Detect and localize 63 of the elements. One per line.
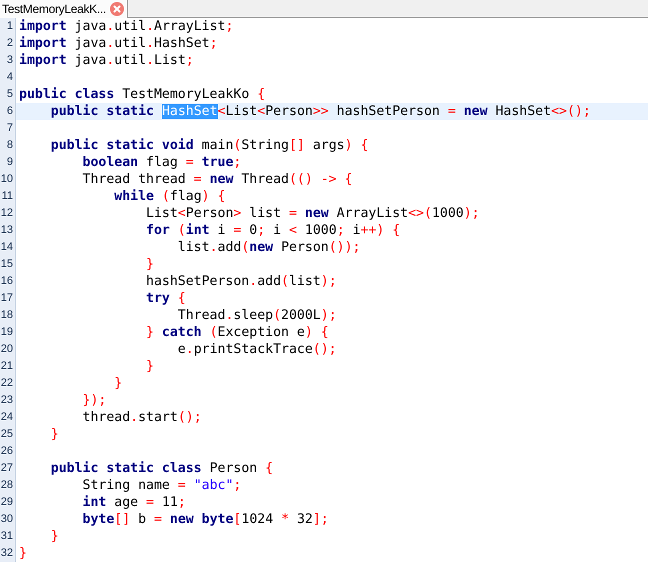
- line-number: 8: [6, 138, 13, 153]
- code-line: hashSetPerson.add(list);: [145, 273, 337, 290]
- line-number: 24: [0, 410, 13, 425]
- line-number: 10: [0, 172, 13, 187]
- code-line: boolean flag = true;: [82, 154, 242, 171]
- editor-tab[interactable]: TestMemoryLeakK...: [0, 0, 128, 18]
- line-number: 1: [6, 19, 13, 34]
- code-line: Thread thread = new Thread(() -> {: [82, 171, 352, 188]
- line-number: 13: [0, 223, 13, 238]
- line-number: 7: [6, 121, 13, 136]
- code-line: String name = "abc";: [82, 477, 242, 494]
- code-line: }: [145, 256, 154, 273]
- code-line: public static void main(String[] args) {: [50, 137, 368, 154]
- line-number: 12: [0, 206, 13, 221]
- line-number: 14: [0, 240, 13, 255]
- code-line: public static HashSet<List<Person>> hashSetPerson = new HashSet<>();: [50, 103, 591, 120]
- code-line: });: [82, 392, 106, 409]
- code-line: byte[] b = new byte[1024 * 32];: [82, 511, 329, 528]
- code-line: public static class Person {: [50, 460, 274, 477]
- line-number: 19: [0, 325, 13, 340]
- line-number: 6: [6, 104, 13, 119]
- line-number: 20: [0, 342, 13, 357]
- code-line: try {: [145, 290, 186, 307]
- code-line: List<Person> list = new ArrayList<>(1000);: [145, 205, 480, 222]
- line-number: 18: [0, 308, 13, 323]
- code-line: import java.util.HashSet;: [19, 35, 218, 52]
- line-number: 11: [2, 189, 13, 204]
- line-number: 32: [0, 546, 13, 561]
- code-line: import java.util.ArrayList;: [19, 18, 234, 35]
- code-line: list.add(new Person());: [176, 239, 360, 256]
- code-line: }: [145, 358, 154, 375]
- line-number: 21: [0, 359, 13, 374]
- code-line: }: [50, 426, 59, 443]
- code-line: thread.start();: [82, 409, 202, 426]
- line-number: 31: [0, 529, 13, 544]
- code-line: while (flag) {: [113, 188, 226, 205]
- code-line: }: [50, 528, 59, 545]
- code-line: for (int i = 0; i < 1000; i++) {: [145, 222, 400, 239]
- line-number: 25: [0, 427, 13, 442]
- line-number: 5: [6, 87, 13, 102]
- line-number: 3: [6, 53, 13, 68]
- line-number: 22: [0, 376, 13, 391]
- code-line: }: [19, 545, 27, 562]
- code-line: import java.util.List;: [19, 52, 194, 69]
- code-line: int age = 11;: [82, 494, 186, 511]
- code-line: } catch (Exception e) {: [145, 324, 329, 341]
- line-number: 16: [0, 274, 13, 289]
- line-number: 4: [6, 70, 13, 85]
- code-line: }: [113, 375, 122, 392]
- line-number: 17: [0, 291, 13, 306]
- line-number: 26: [0, 444, 13, 459]
- line-number: 29: [0, 495, 13, 510]
- line-number: 23: [0, 393, 13, 408]
- code-line: e.printStackTrace();: [176, 341, 337, 358]
- close-icon[interactable]: [110, 2, 124, 16]
- line-number: 15: [0, 257, 13, 272]
- line-number: 28: [0, 478, 13, 493]
- code-line: Thread.sleep(2000L);: [176, 307, 337, 324]
- code-line: public class TestMemoryLeakKo {: [19, 86, 266, 103]
- line-number: 9: [6, 155, 13, 170]
- line-number: 30: [0, 512, 13, 527]
- line-number: 2: [6, 36, 13, 51]
- line-number: 27: [0, 461, 13, 476]
